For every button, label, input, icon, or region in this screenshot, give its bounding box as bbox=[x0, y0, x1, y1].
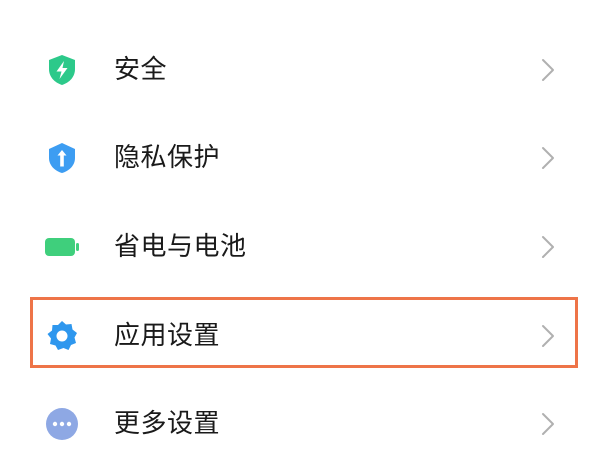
privacy-shield-icon bbox=[44, 140, 80, 176]
settings-item-app-settings[interactable]: 应用设置 bbox=[0, 296, 600, 376]
more-dots-icon bbox=[44, 406, 80, 442]
settings-item-privacy[interactable]: 隐私保护 bbox=[0, 118, 600, 198]
settings-list: 安全 隐私保护 省电与电池 应用设置 更多设置 bbox=[0, 0, 600, 450]
settings-item-label: 应用设置 bbox=[114, 321, 221, 351]
settings-item-more-settings[interactable]: 更多设置 bbox=[0, 384, 600, 450]
settings-item-label: 安全 bbox=[114, 55, 168, 85]
gear-icon bbox=[44, 318, 80, 354]
settings-item-label: 更多设置 bbox=[114, 409, 221, 439]
chevron-right-icon bbox=[540, 234, 556, 260]
battery-icon bbox=[44, 229, 80, 265]
settings-item-battery[interactable]: 省电与电池 bbox=[0, 207, 600, 287]
settings-item-label: 省电与电池 bbox=[114, 232, 247, 262]
chevron-right-icon bbox=[540, 411, 556, 437]
chevron-right-icon bbox=[540, 323, 556, 349]
settings-item-security[interactable]: 安全 bbox=[0, 30, 600, 110]
settings-item-label: 隐私保护 bbox=[114, 143, 221, 173]
chevron-right-icon bbox=[540, 145, 556, 171]
chevron-right-icon bbox=[540, 57, 556, 83]
shield-lightning-icon bbox=[44, 52, 80, 88]
